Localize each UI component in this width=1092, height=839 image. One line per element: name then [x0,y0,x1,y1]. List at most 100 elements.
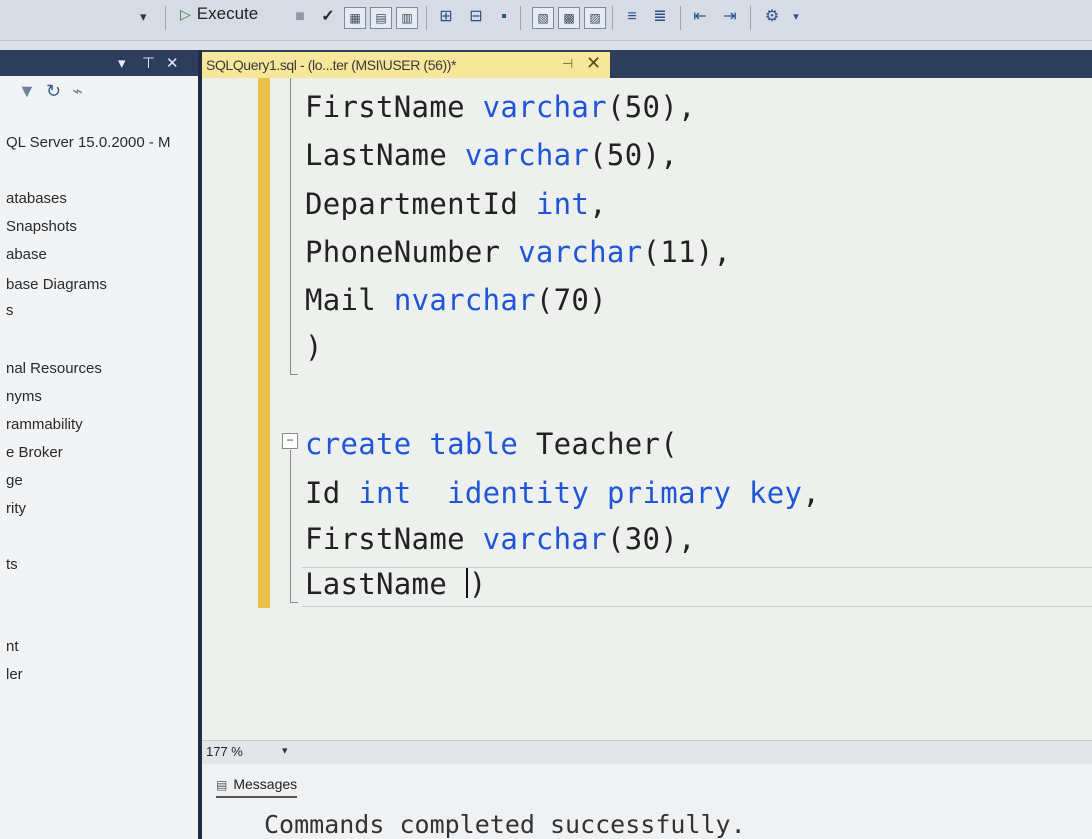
code-keyword: varchar [482,90,607,124]
specify-values-icon[interactable]: ⚙ [762,7,782,27]
code-text: , [589,187,607,221]
object-explorer-toolbar: ▼ ↻ ⌁ [0,76,198,106]
code-line: PhoneNumber varchar(11), [305,235,731,269]
play-icon: ▷ [180,6,191,22]
tab-pin-icon[interactable]: ⊣ [562,56,573,72]
tree-item-objects[interactable]: ts [6,556,18,573]
outline-guide-end [290,374,298,375]
code-text: Id [305,476,359,510]
results-text-icon[interactable]: ▧ [532,7,554,29]
tree-item-profiler[interactable]: ler [6,666,23,683]
code-keyword: varchar [482,522,607,556]
pin-icon[interactable]: ⊤ [142,54,155,72]
zoom-level[interactable]: 177 % [206,744,243,759]
code-text: ) [468,567,487,601]
toolbar-separator [750,6,751,30]
code-keyword: primary [606,476,732,510]
code-keyword: create [305,427,412,461]
code-text: (70) [535,283,607,317]
activity-monitor-icon[interactable]: ⌁ [72,81,83,102]
code-text: PhoneNumber [305,235,519,269]
code-text: LastName [305,138,465,172]
toolbar-separator [165,6,166,30]
code-line: LastName ) [305,567,487,601]
results-pane: ▤ Messages Commands completed successfull… [202,764,1092,839]
result-message: Commands completed successfully. [264,810,746,839]
tab-messages-label: Messages [233,776,298,792]
code-text: LastName [305,567,465,601]
live-stats-icon[interactable]: ⊟ [466,7,486,27]
pane-dropdown-icon[interactable]: ▾ [118,54,126,72]
code-text: (30), [606,522,696,556]
tree-item-synonyms[interactable]: nyms [6,388,42,405]
tree-item-snapshots[interactable]: Snapshots [6,218,77,235]
increase-indent-icon[interactable]: ⇥ [720,7,740,27]
code-keyword: key [749,476,803,510]
code-text: ) [305,330,323,364]
results-grid-icon[interactable]: ▩ [558,7,580,29]
code-text: (50), [589,138,678,172]
tab-messages[interactable]: ▤ Messages [216,776,298,798]
toolbar: ▾ ▷ Execute ■ ✓ ▦ ▤ ▥ ⊞ ⊟ ▪ ▧ ▩ ▨ ≡ ≣ ⇤ ⇥… [0,0,1092,41]
tree-item-diagrams[interactable]: base Diagrams [6,276,107,293]
tree-item-s[interactable]: s [6,302,14,319]
refresh-icon[interactable]: ↻ [46,81,61,102]
code-text: FirstName [305,522,483,556]
object-explorer: ▾ ⊤ ✕ ▼ ↻ ⌁ QL Server 15.0.2000 - M atab… [0,50,202,839]
tab-sqlquery1[interactable]: SQLQuery1.sql - (lo...ter (MSI\USER (56)… [202,52,610,78]
results-file-icon[interactable]: ▨ [584,7,606,29]
tree-item-management[interactable]: nt [6,638,19,655]
code-line: Mail nvarchar(70) [305,283,607,317]
comment-icon[interactable]: ≡ [622,7,642,27]
zoom-dropdown-icon[interactable]: ▾ [282,744,288,757]
code-line: Id int identity primary key, [305,476,820,510]
check-icon[interactable]: ✓ [318,7,338,27]
query-options-icon[interactable]: ▥ [396,7,418,29]
outline-guide-end [290,602,298,603]
display-plan-icon[interactable]: ▤ [370,7,392,29]
code-line: FirstName varchar(50), [305,90,696,124]
execute-label: Execute [196,4,259,23]
tree-item-storage[interactable]: ge [6,472,23,489]
code-text: DepartmentId [305,187,536,221]
collapse-toggle-icon[interactable]: − [282,433,298,449]
tree-item-service-broker[interactable]: e Broker [6,444,63,461]
code-line: DepartmentId int, [305,187,607,221]
tree-item-security[interactable]: rity [6,500,26,517]
stop-icon[interactable]: ■ [290,7,310,27]
parse-icon[interactable]: ▦ [344,7,366,29]
tree-item-programmability[interactable]: rammability [6,416,83,433]
client-stats-icon[interactable]: ▪ [494,7,514,27]
tree-item-database[interactable]: abase [6,246,47,263]
code-line: FirstName varchar(30), [305,522,696,556]
code-line: create table Teacher( [305,427,678,461]
tree-item-external-resources[interactable]: nal Resources [6,360,102,377]
code-text: Mail [305,283,394,317]
code-keyword: int [535,187,590,221]
filter-icon[interactable]: ▼ [18,81,36,102]
tab-close-icon[interactable]: ✕ [586,53,601,74]
query-plan-icon[interactable]: ⊞ [436,7,456,27]
execute-button[interactable]: ▷ Execute [180,4,258,24]
code-keyword: varchar [518,235,643,269]
code-text: (11), [642,235,732,269]
change-indicator-bar [258,78,270,608]
messages-icon: ▤ [216,778,228,792]
toolbar-separator [426,6,427,30]
toolbar-overflow-icon[interactable]: ▾ [786,7,806,27]
code-text: FirstName [305,90,483,124]
code-text: (50), [606,90,696,124]
close-icon[interactable]: ✕ [166,54,179,72]
query-editor[interactable]: − FirstName varchar(50), LastName varcha… [202,78,1092,740]
tab-title: SQLQuery1.sql - (lo...ter (MSI\USER (56)… [206,57,457,73]
code-keyword: table [429,427,519,461]
tree-server-node[interactable]: QL Server 15.0.2000 - M [6,134,171,151]
outline-guide [290,450,291,602]
database-dropdown-arrow[interactable]: ▾ [140,9,147,25]
code-text: , [802,476,821,510]
toolbar-separator [680,6,681,30]
uncomment-icon[interactable]: ≣ [650,7,670,27]
code-keyword: varchar [464,138,590,172]
decrease-indent-icon[interactable]: ⇤ [690,7,710,27]
tree-item-databases[interactable]: atabases [6,190,67,207]
